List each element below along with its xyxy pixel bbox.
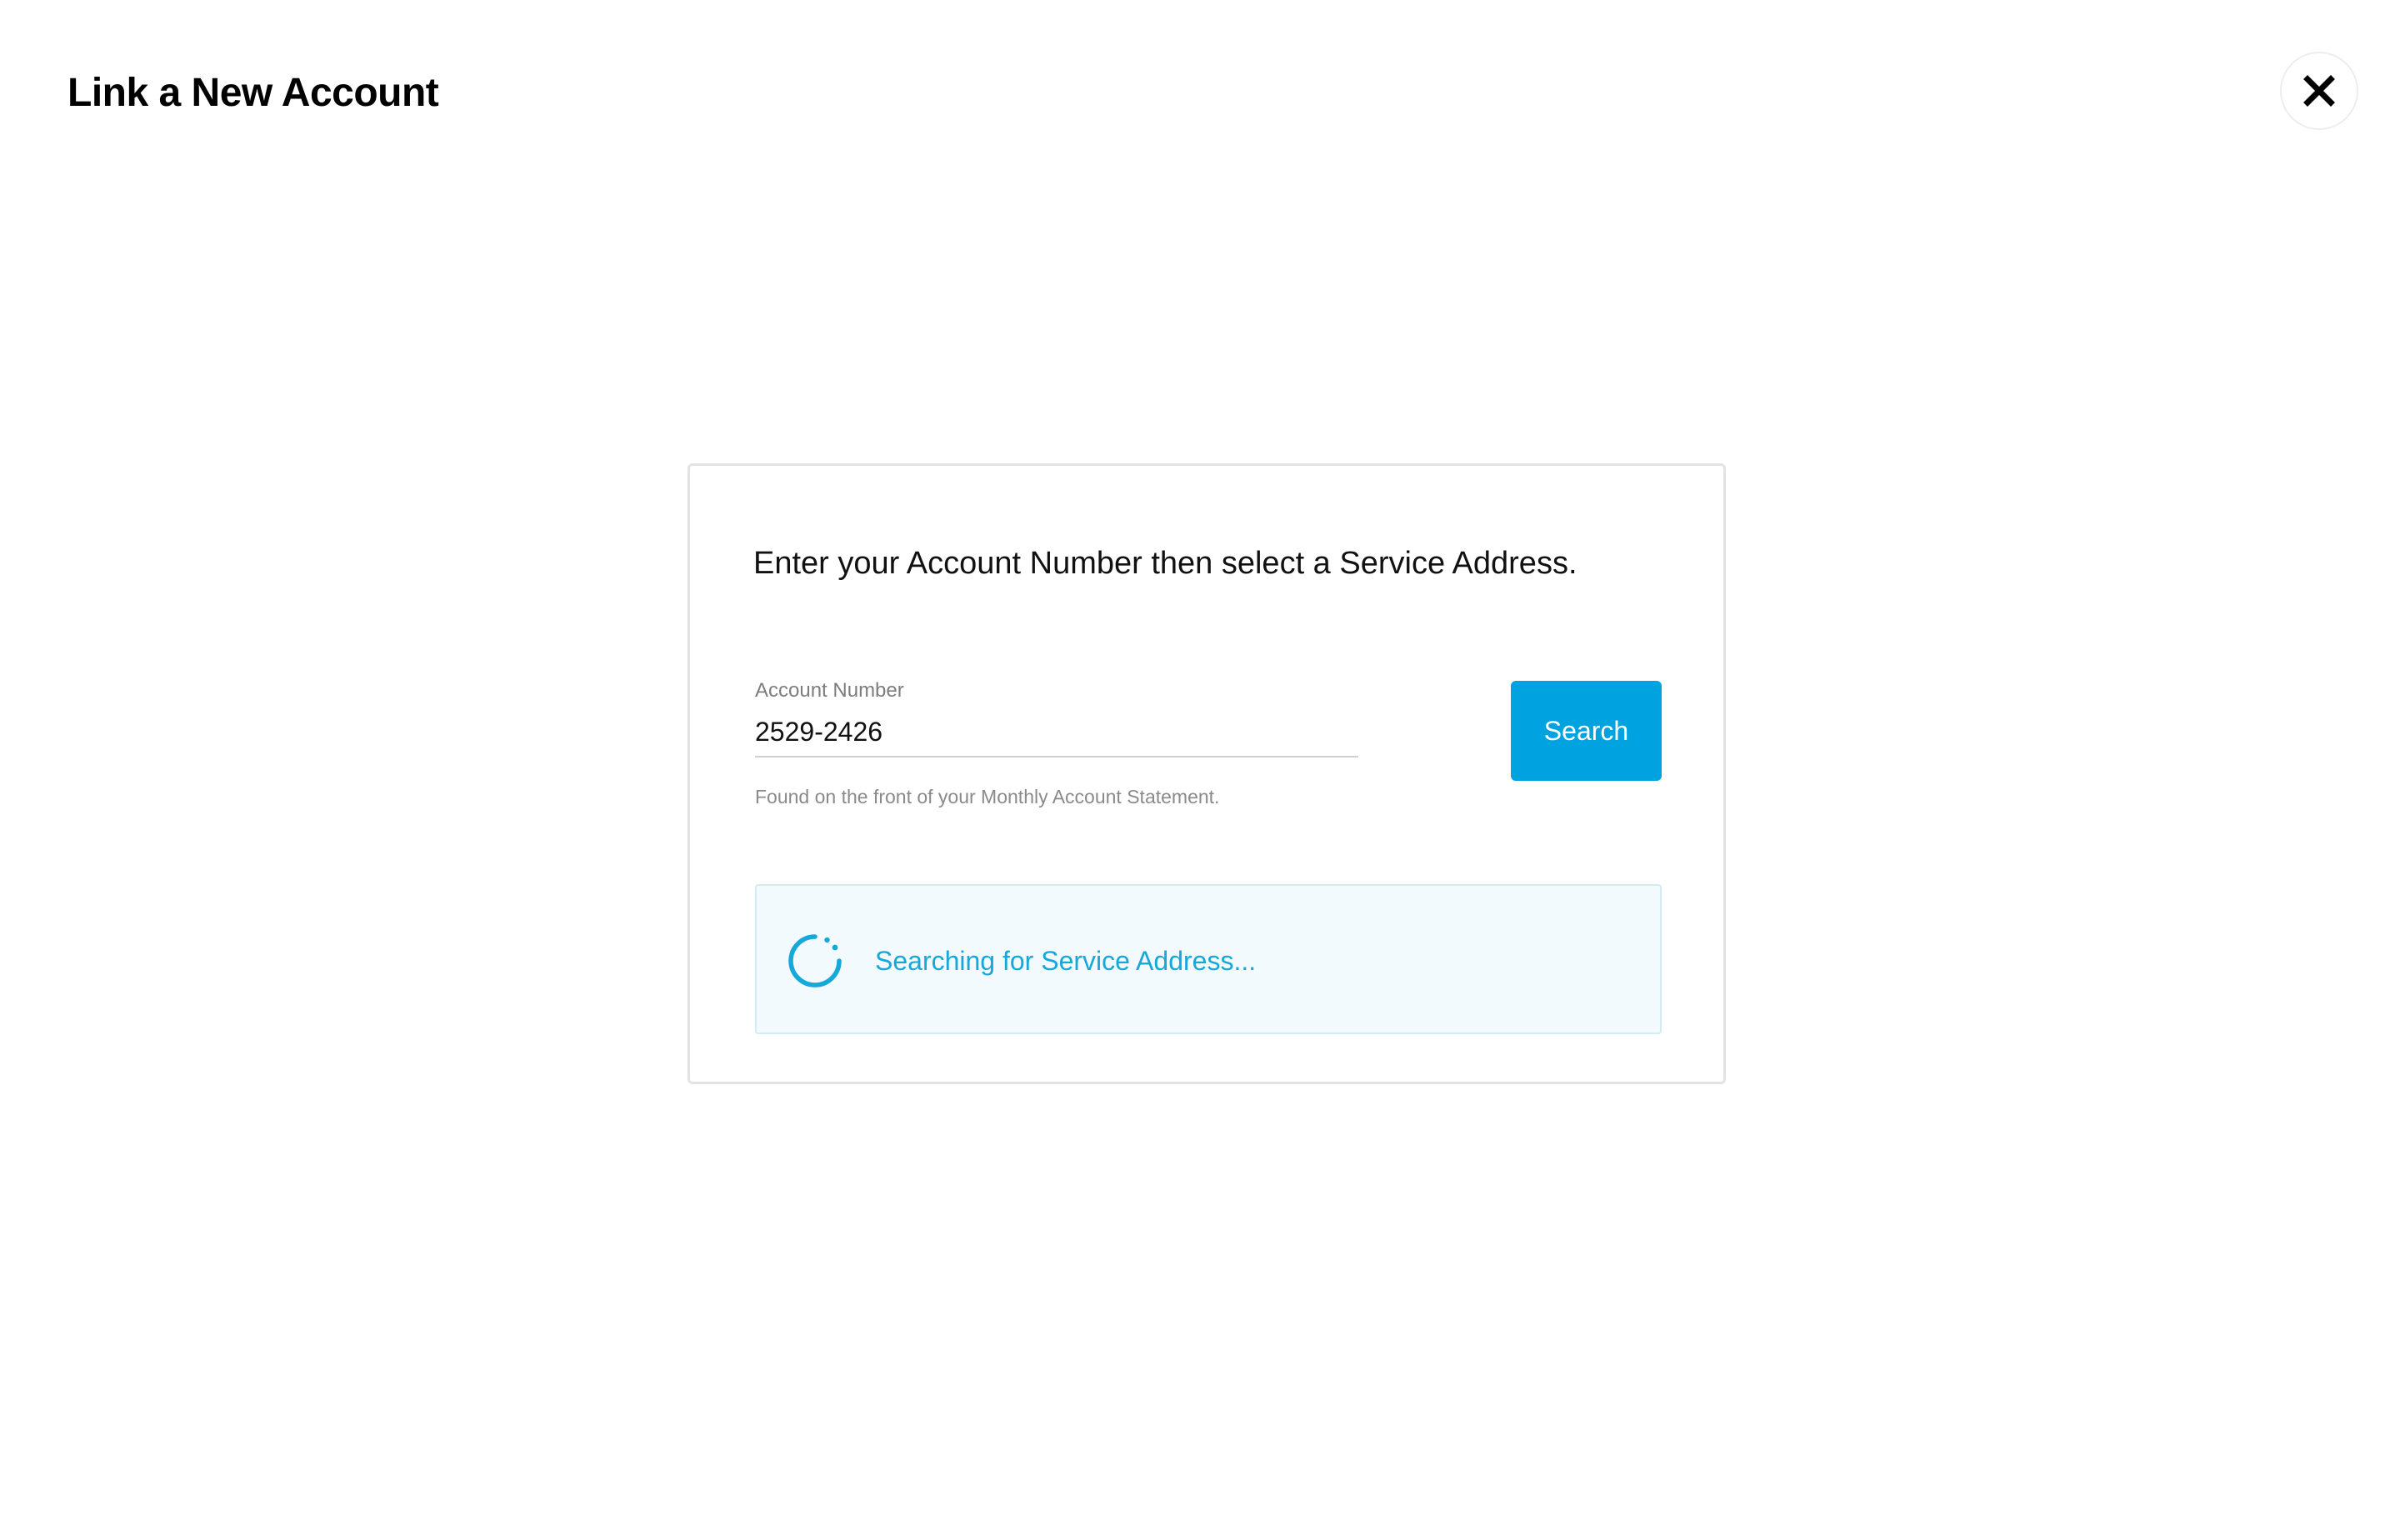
page-title: Link a New Account <box>68 71 439 115</box>
account-number-helper: Found on the front of your Monthly Accou… <box>755 786 1220 808</box>
account-number-input[interactable] <box>755 708 1358 758</box>
status-box: Searching for Service Address... <box>755 884 1662 1034</box>
spinner-icon <box>788 934 842 988</box>
account-card: Enter your Account Number then select a … <box>688 463 1726 1084</box>
card-instruction: Enter your Account Number then select a … <box>753 546 1578 581</box>
close-button[interactable] <box>2280 52 2358 130</box>
status-text: Searching for Service Address... <box>875 946 1257 976</box>
account-number-label: Account Number <box>755 679 904 702</box>
close-icon <box>2303 75 2335 107</box>
link-account-page: Link a New Account Enter your Account Nu… <box>0 0 2400 1540</box>
search-button[interactable]: Search <box>1511 681 1662 781</box>
